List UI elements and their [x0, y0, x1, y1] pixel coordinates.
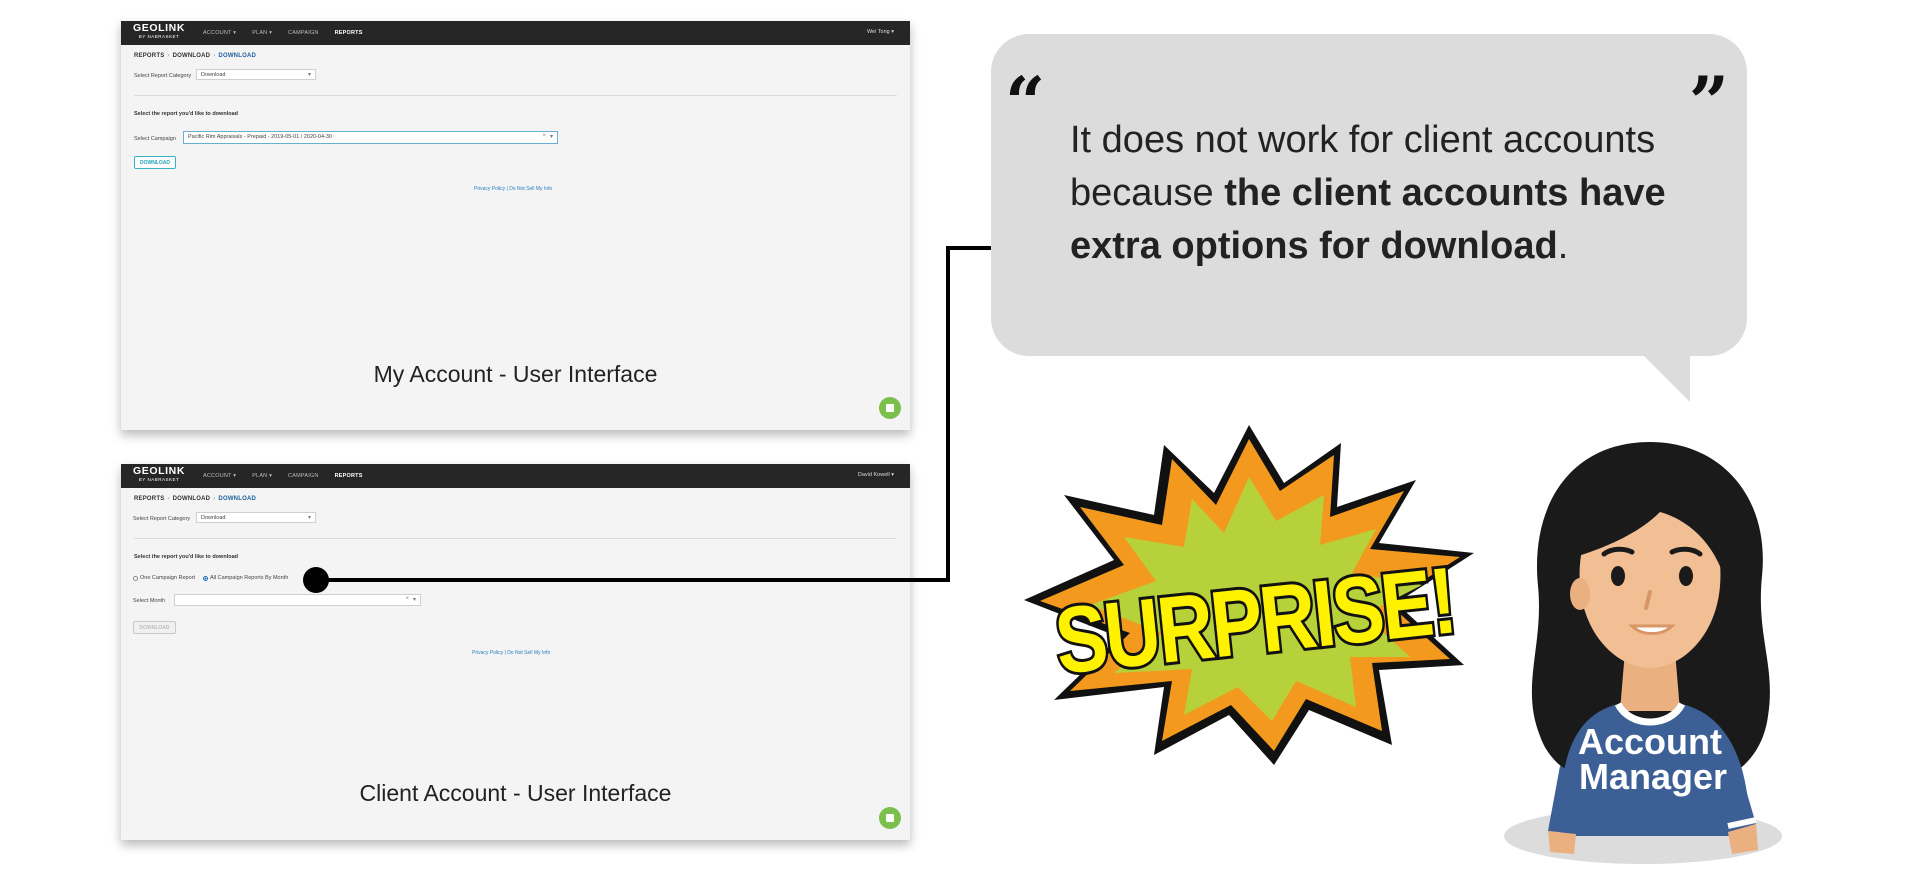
- manager-label-line2: Manager: [1579, 756, 1727, 797]
- account-manager-illustration: Account Manager: [1504, 442, 1782, 864]
- ear-left: [1570, 578, 1590, 610]
- eye-right: [1679, 566, 1693, 586]
- arm-left: [1548, 831, 1576, 854]
- speech-bubble: “ ” It does not work for client accounts…: [991, 34, 1747, 356]
- connector-line: [316, 246, 1056, 582]
- open-quote-mark: “: [1005, 61, 1046, 144]
- sleeve-left: [1548, 766, 1582, 834]
- speech-bubble-tail: [1640, 352, 1690, 402]
- quote-end: .: [1557, 225, 1569, 267]
- connector-dot: [303, 567, 329, 593]
- surprise-burst-graphic: SURPRISE!: [1024, 425, 1474, 765]
- quote-text: It does not work for client accounts bec…: [1070, 114, 1710, 273]
- eye-left: [1611, 566, 1625, 586]
